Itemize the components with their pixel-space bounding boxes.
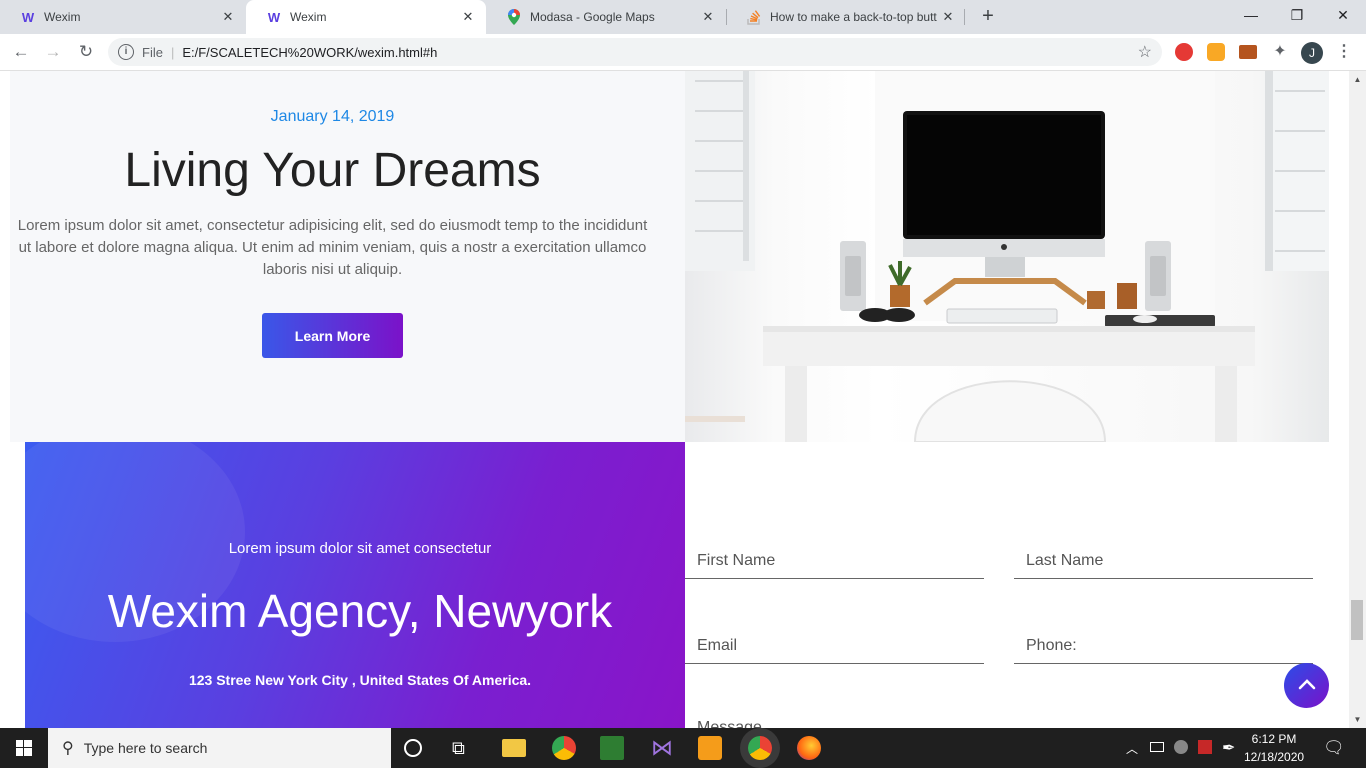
desk-photo: [685, 71, 1329, 442]
reload-icon[interactable]: ↻: [74, 40, 98, 64]
cookie-extension-icon[interactable]: [1207, 43, 1225, 61]
back-arrow-icon[interactable]: ←: [9, 40, 33, 64]
scroll-down-arrow-icon[interactable]: ▼: [1349, 711, 1366, 728]
back-to-top-button[interactable]: [1284, 663, 1329, 708]
google-maps-pin-icon: [506, 9, 522, 25]
close-tab-icon[interactable]: ✕: [218, 9, 238, 25]
notification-app-icon[interactable]: [1198, 740, 1212, 754]
clock-time: 6:12 PM: [1251, 732, 1297, 746]
url-text[interactable]: E:/F/SCALETECH%20WORK/wexim.html#h: [182, 45, 437, 60]
brick-extension-icon[interactable]: [1239, 45, 1257, 59]
minimize-icon[interactable]: —: [1228, 0, 1274, 32]
tab-stackoverflow[interactable]: How to make a back-to-top butt ✕: [726, 0, 966, 34]
search-icon: ⚲: [62, 740, 74, 757]
wexim-logo-icon: W: [21, 9, 35, 25]
search-placeholder: Type here to search: [83, 740, 208, 756]
blog-hero-section: January 14, 2019 Living Your Dreams Lore…: [10, 71, 685, 442]
show-hidden-icons-chevron-icon[interactable]: ︿: [1126, 740, 1138, 780]
spreadsheet-app-icon[interactable]: [600, 736, 624, 760]
cortana-icon[interactable]: [404, 739, 422, 757]
tab-wexim-2[interactable]: W Wexim ✕: [246, 0, 486, 34]
office-location-card: Lorem ipsum dolor sit amet consectetur W…: [25, 442, 685, 728]
office-address: 123 Stree New York City , United States …: [188, 672, 532, 688]
system-clock[interactable]: 6:12 PM 12/18/2020: [1244, 730, 1304, 766]
message-field[interactable]: Message: [697, 719, 762, 728]
profile-avatar[interactable]: J: [1301, 42, 1323, 64]
first-name-field[interactable]: [685, 543, 984, 579]
tab-strip: W Wexim ✕ W Wexim ✕ Modasa - Google Maps…: [0, 0, 1366, 34]
tab-divider: [964, 9, 965, 25]
post-date: January 14, 2019: [270, 108, 395, 125]
tab-title: Modasa - Google Maps: [530, 10, 655, 24]
firefox-icon[interactable]: [797, 736, 821, 760]
tab-title: Wexim: [44, 10, 81, 24]
contact-form: Message: [685, 442, 1329, 728]
divider: |: [170, 44, 175, 60]
scrollbar-thumb[interactable]: [1351, 600, 1363, 640]
tab-wexim-1[interactable]: W Wexim ✕: [0, 0, 246, 34]
page-scrollbar[interactable]: ▲ ▼: [1349, 71, 1366, 728]
close-tab-icon[interactable]: ✕: [938, 9, 958, 25]
chrome-profile-icon[interactable]: [748, 736, 772, 760]
page-viewport: January 14, 2019 Living Your Dreams Lore…: [0, 71, 1349, 728]
clock-date: 12/18/2020: [1244, 750, 1305, 764]
office-subtitle: Lorem ipsum dolor sit amet consectetur: [228, 540, 492, 557]
office-title: Wexim Agency, Newyork: [107, 585, 613, 637]
phone-field[interactable]: [1014, 628, 1313, 664]
pen-icon[interactable]: ✒: [1222, 738, 1235, 778]
chrome-icon[interactable]: [552, 736, 576, 760]
restore-icon[interactable]: ❐: [1274, 0, 1320, 32]
visual-studio-icon[interactable]: ⋈: [650, 736, 674, 760]
post-excerpt: Lorem ipsum dolor sit amet, consectetur …: [17, 217, 648, 278]
tab-title: Wexim: [290, 10, 327, 24]
action-center-icon[interactable]: 🗨: [1323, 738, 1345, 778]
extensions-puzzle-icon[interactable]: ✦: [1271, 43, 1289, 61]
address-bar[interactable]: i File | E:/F/SCALETECH%20WORK/wexim.htm…: [108, 38, 1162, 66]
tab-title: How to make a back-to-top butt: [770, 10, 937, 24]
windows-start-button[interactable]: [0, 728, 48, 768]
last-name-field[interactable]: [1014, 543, 1313, 579]
file-explorer-icon[interactable]: [502, 739, 526, 757]
tab-google-maps[interactable]: Modasa - Google Maps ✕: [486, 0, 726, 34]
network-icon[interactable]: [1174, 740, 1188, 754]
close-tab-icon[interactable]: ✕: [698, 9, 718, 25]
menu-kebab-icon[interactable]: ⋮: [1336, 42, 1352, 62]
email-field[interactable]: [685, 628, 984, 664]
close-window-icon[interactable]: ✕: [1320, 0, 1366, 32]
wexim-logo-icon: W: [267, 9, 281, 25]
task-view-icon[interactable]: ⧉: [452, 736, 476, 760]
stackoverflow-icon: [746, 9, 762, 25]
desk-illustration: [685, 71, 1329, 442]
windows-taskbar: ⚲ Type here to search ⧉ ⋈ ︿ ✒ 6:12 PM 12…: [0, 728, 1366, 768]
close-tab-icon[interactable]: ✕: [458, 9, 478, 25]
taskbar-search-box[interactable]: ⚲ Type here to search: [48, 728, 391, 768]
battery-icon[interactable]: [1150, 742, 1164, 752]
chevron-up-icon: [1298, 679, 1315, 690]
adblock-extension-icon[interactable]: [1175, 43, 1193, 61]
sublime-text-icon[interactable]: [698, 736, 722, 760]
new-tab-button[interactable]: +: [976, 4, 1000, 28]
learn-more-button[interactable]: Learn More: [262, 313, 403, 358]
info-icon[interactable]: i: [118, 44, 134, 60]
post-title: Living Your Dreams: [124, 144, 541, 197]
file-label: File: [142, 44, 163, 60]
windows-logo-icon: [16, 740, 32, 756]
browser-toolbar: ← → ↻ i File | E:/F/SCALETECH%20WORK/wex…: [0, 34, 1366, 71]
forward-arrow-icon[interactable]: →: [41, 40, 65, 64]
scroll-up-arrow-icon[interactable]: ▲: [1349, 71, 1366, 88]
bookmark-star-icon[interactable]: ☆: [1138, 42, 1152, 62]
